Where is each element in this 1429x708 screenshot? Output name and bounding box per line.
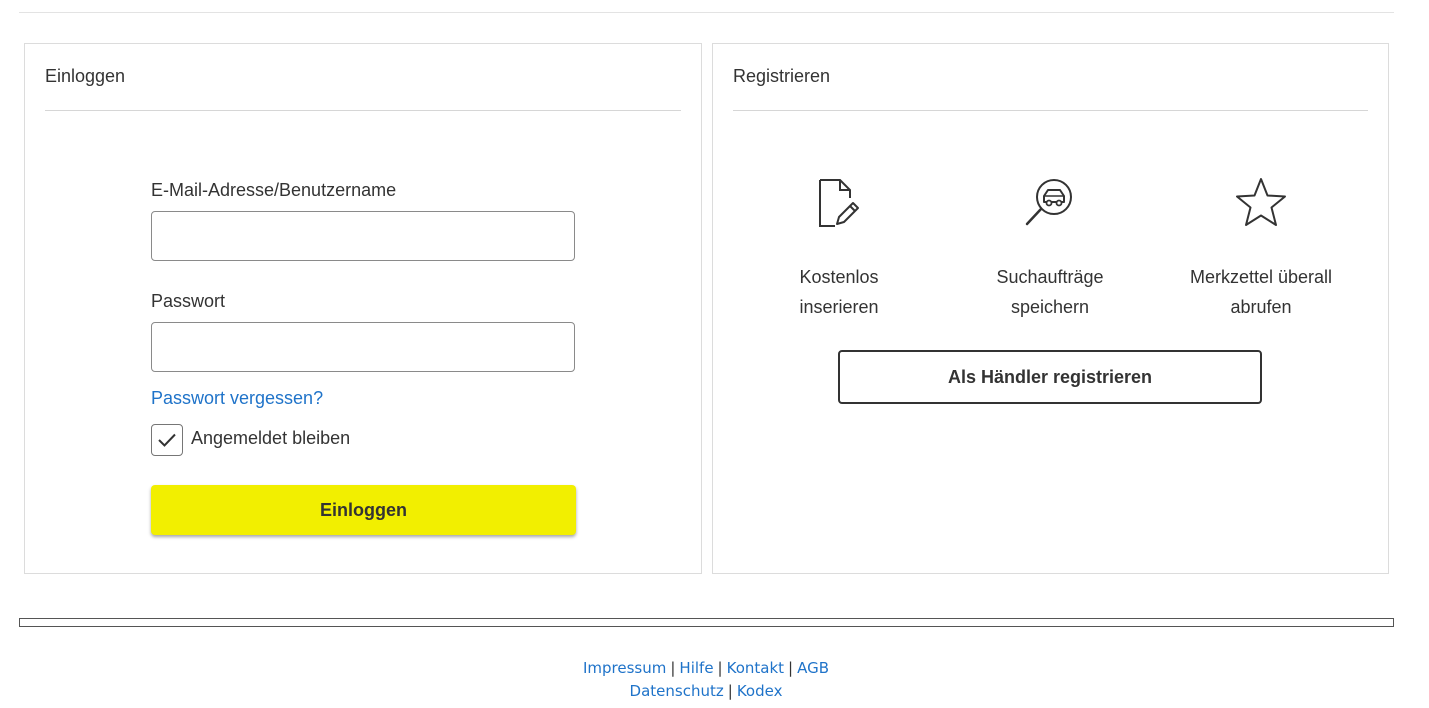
footer-link-hilfe[interactable]: Hilfe	[679, 659, 713, 677]
footer-separator: |	[717, 659, 723, 677]
email-field[interactable]	[151, 211, 575, 261]
footer-link-kontakt[interactable]: Kontakt	[727, 659, 784, 677]
dealer-register-button[interactable]: Als Händler registrieren	[838, 350, 1262, 404]
register-card-divider	[733, 110, 1368, 111]
top-divider	[19, 12, 1394, 13]
login-button[interactable]: Einloggen	[151, 485, 576, 535]
footer-link-agb[interactable]: AGB	[797, 659, 829, 677]
footer-separator: |	[670, 659, 676, 677]
car-search-icon	[950, 174, 1150, 232]
feature-text: Merkzettel überall abrufen	[1189, 267, 1333, 317]
feature-save-searches: Suchaufträge speichern	[950, 174, 1150, 322]
document-edit-icon	[739, 174, 939, 232]
feature-watchlist: Merkzettel überall abrufen	[1161, 174, 1361, 322]
footer-separator: |	[788, 659, 794, 677]
login-card-title: Einloggen	[45, 66, 126, 86]
footer-links-row-2: Datenschutz | Kodex	[0, 682, 1412, 700]
login-card: Einloggen E-Mail-Adresse/Benutzername Pa…	[24, 43, 702, 574]
password-label: Passwort	[151, 291, 226, 311]
login-card-divider	[45, 110, 681, 111]
remember-me-label: Angemeldet bleiben	[191, 428, 351, 448]
checkmark-icon	[158, 433, 176, 447]
feature-text: Suchaufträge speichern	[996, 267, 1104, 317]
email-label: E-Mail-Adresse/Benutzername	[151, 180, 397, 200]
feature-text: Kostenlos inserieren	[799, 267, 879, 317]
remember-me-checkbox[interactable]	[151, 424, 183, 456]
footer-link-datenschutz[interactable]: Datenschutz	[630, 682, 724, 700]
footer-separator: |	[727, 682, 733, 700]
footer-bar	[19, 618, 1394, 627]
register-card-title: Registrieren	[733, 66, 831, 86]
footer-link-kodex[interactable]: Kodex	[737, 682, 783, 700]
feature-free-listing: Kostenlos inserieren	[739, 174, 939, 322]
footer-links-row-1: Impressum | Hilfe | Kontakt | AGB	[0, 659, 1412, 677]
star-icon	[1161, 174, 1361, 232]
forgot-password-link[interactable]: Passwort vergessen?	[151, 388, 323, 409]
footer-link-impressum[interactable]: Impressum	[583, 659, 666, 677]
password-field[interactable]	[151, 322, 575, 372]
register-card: Registrieren Kostenlos inserieren Suchau…	[712, 43, 1389, 574]
